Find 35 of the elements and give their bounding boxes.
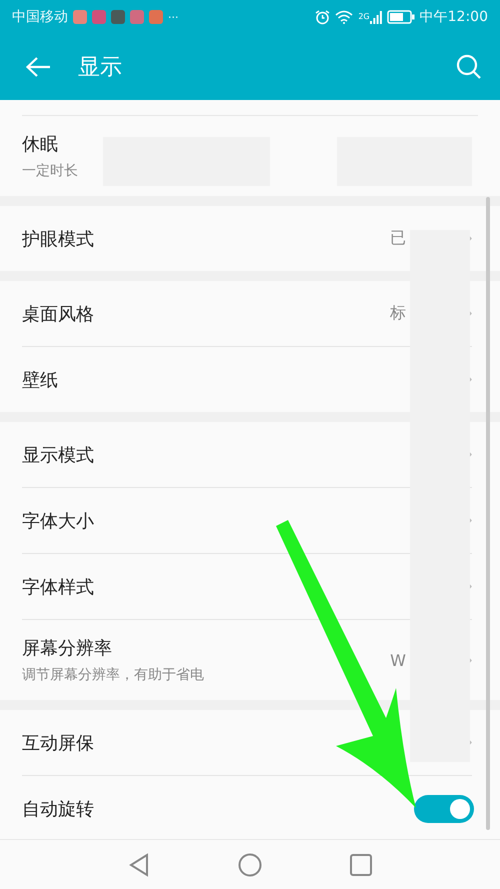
search-icon[interactable]: [456, 54, 482, 80]
clock-time: 中午12:00: [420, 8, 488, 26]
notification-icon: [130, 10, 144, 24]
row-title[interactable]: 字体样式: [22, 574, 94, 598]
notification-icon: [92, 10, 106, 24]
row-value: 标: [390, 303, 406, 324]
row-title[interactable]: 互动屏保: [22, 730, 94, 754]
more-notifications: ···: [168, 10, 178, 24]
wifi-icon: [335, 10, 354, 24]
row-title[interactable]: 护眼模式: [22, 226, 94, 250]
notification-icon: [73, 10, 87, 24]
row-subtitle: 一定时长: [22, 162, 78, 180]
back-arrow-icon[interactable]: [25, 56, 51, 78]
signal-icon: [370, 10, 382, 24]
row-subtitle: 调节屏幕分辨率，有助于省电: [22, 666, 204, 684]
row-title[interactable]: 壁纸: [22, 368, 58, 392]
alarm-icon: [315, 10, 330, 24]
notification-icon: [111, 10, 125, 24]
row-value: W: [390, 650, 406, 670]
notification-icon: [149, 10, 163, 24]
toggle-switch[interactable]: [414, 794, 474, 822]
screen-title: 显示: [78, 54, 123, 82]
network-type: 2G: [358, 12, 370, 21]
row-value: 已: [390, 228, 406, 249]
row-title[interactable]: 自动旋转: [22, 796, 94, 820]
recents-nav-icon[interactable]: [350, 854, 372, 876]
carrier-name: 中国移动: [12, 8, 68, 26]
row-title[interactable]: 字体大小: [22, 508, 94, 532]
row-title[interactable]: 桌面风格: [22, 302, 94, 326]
row-title[interactable]: 屏幕分辨率: [22, 636, 112, 660]
home-nav-icon[interactable]: [238, 853, 262, 877]
row-title[interactable]: 休眠: [22, 132, 58, 156]
row-title[interactable]: 显示模式: [22, 442, 94, 466]
battery-icon: [386, 10, 415, 24]
back-nav-icon[interactable]: [128, 853, 150, 877]
